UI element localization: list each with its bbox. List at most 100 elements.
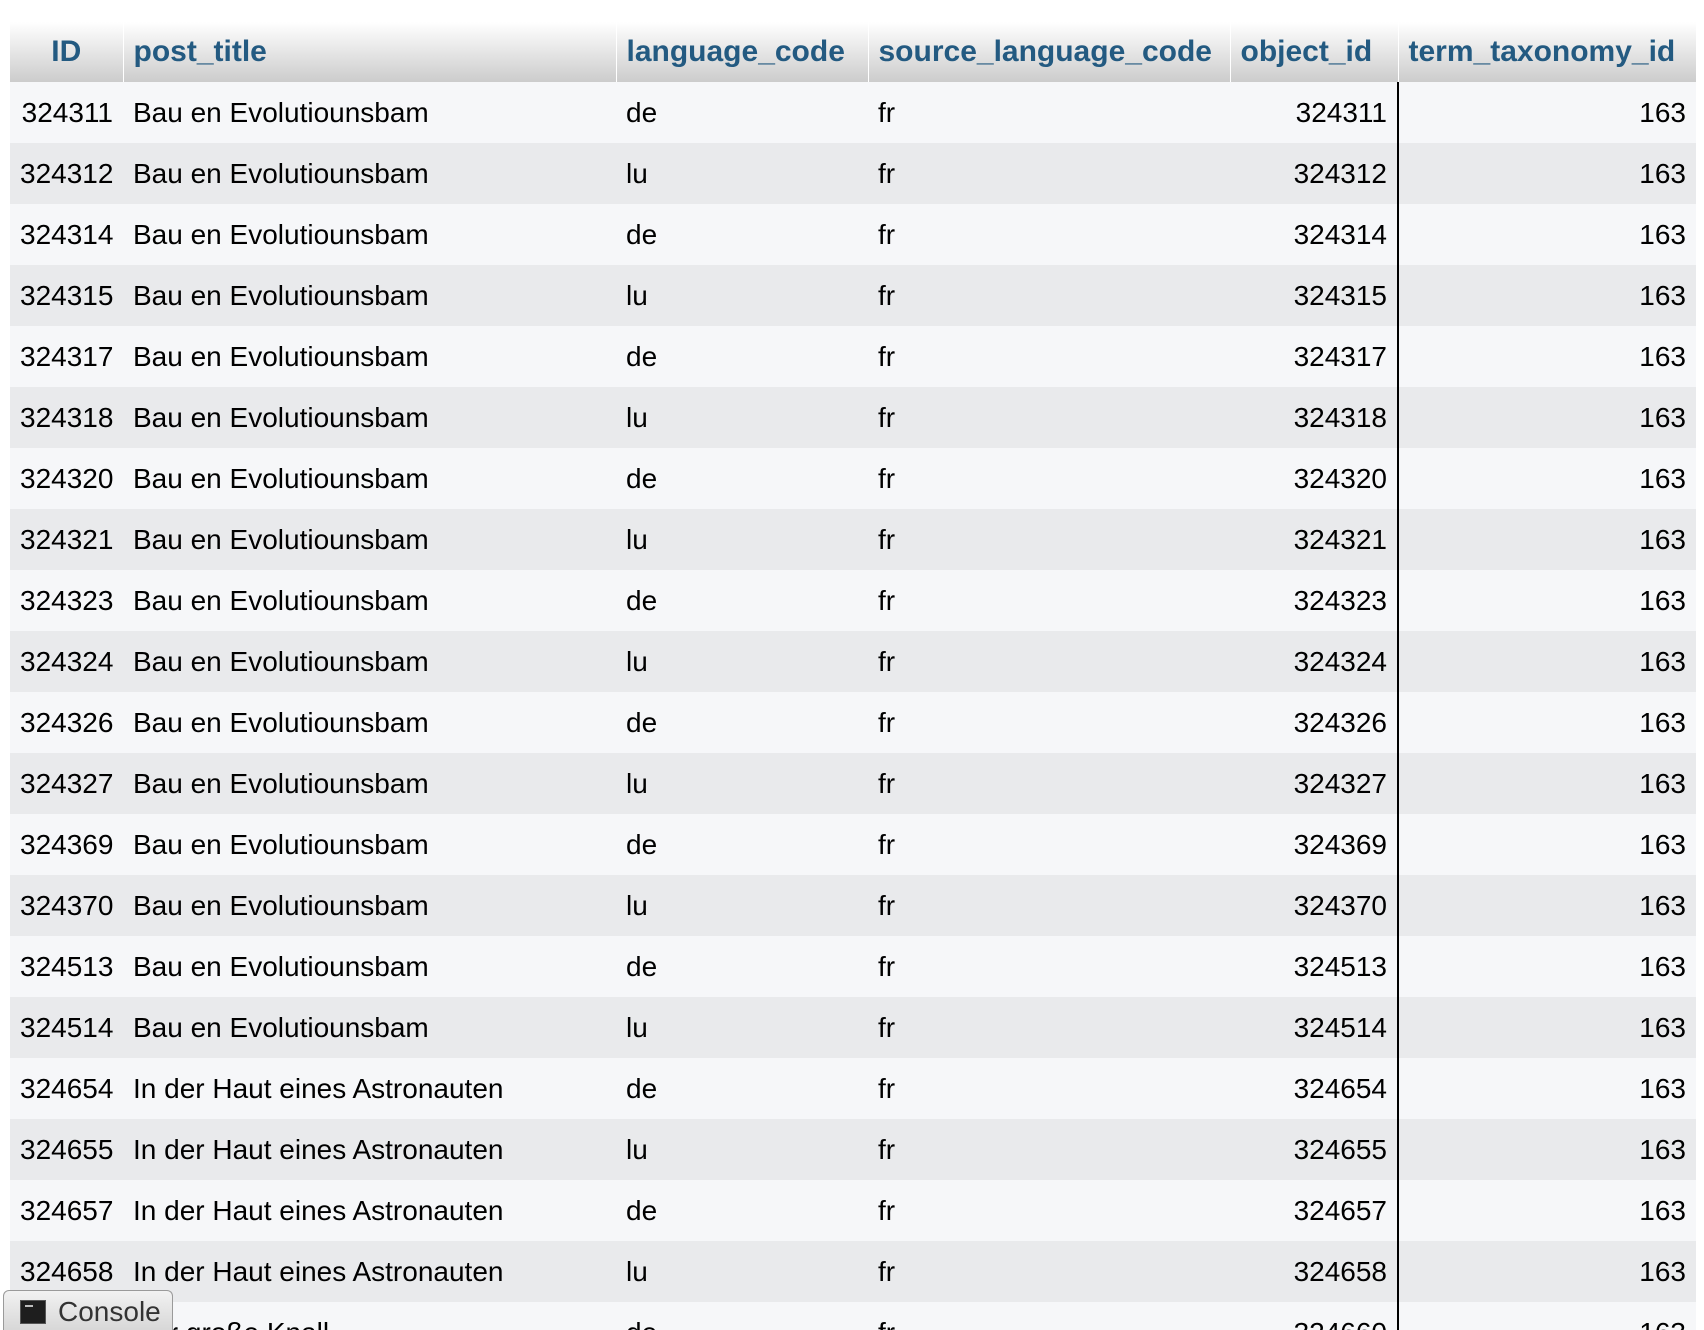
cell-post-title: In der Haut eines Astronauten	[123, 1180, 616, 1241]
cell-term-taxonomy-id: 163	[1398, 326, 1696, 387]
page: ID post_title language_code source_langu…	[0, 0, 1704, 1330]
table-row[interactable]: 324655 In der Haut eines Astronauten lu fr 3…	[10, 1119, 1696, 1180]
table-row[interactable]: 324369 Bau en Evolutiounsbam de fr 324369 163	[10, 814, 1696, 875]
cell-language-code: de	[616, 326, 868, 387]
cell-id: 324657	[10, 1180, 123, 1241]
cell-object-id: 324654	[1230, 1058, 1399, 1119]
cell-language-code: de	[616, 1058, 868, 1119]
cell-id: 324312	[10, 143, 123, 204]
cell-id: 324370	[10, 875, 123, 936]
cell-object-id: 324370	[1230, 875, 1399, 936]
cell-term-taxonomy-id: 163	[1398, 387, 1696, 448]
cell-post-title: Bau en Evolutiounsbam	[123, 875, 616, 936]
cell-term-taxonomy-id: 163	[1398, 204, 1696, 265]
cell-object-id: 324658	[1230, 1241, 1399, 1302]
cell-post-title: Bau en Evolutiounsbam	[123, 448, 616, 509]
table-row[interactable]: 324314 Bau en Evolutiounsbam de fr 324314 163	[10, 204, 1696, 265]
cell-language-code: lu	[616, 265, 868, 326]
cell-term-taxonomy-id: 163	[1398, 936, 1696, 997]
cell-language-code: de	[616, 570, 868, 631]
cell-post-title: Bau en Evolutiounsbam	[123, 692, 616, 753]
cell-post-title: Bau en Evolutiounsbam	[123, 814, 616, 875]
cell-id: 324326	[10, 692, 123, 753]
cell-term-taxonomy-id: 163	[1398, 448, 1696, 509]
cell-term-taxonomy-id: 163	[1398, 1241, 1696, 1302]
table-row[interactable]: 324315 Bau en Evolutiounsbam lu fr 324315 163	[10, 265, 1696, 326]
column-header-source-language-code[interactable]: source_language_code	[868, 22, 1231, 82]
table-row[interactable]: 324324 Bau en Evolutiounsbam lu fr 324324 163	[10, 631, 1696, 692]
cell-language-code: de	[616, 448, 868, 509]
table-row[interactable]: 324657 In der Haut eines Astronauten de fr 3…	[10, 1180, 1696, 1241]
column-header-id[interactable]: ID	[10, 22, 124, 82]
column-header-language-code[interactable]: language_code	[616, 22, 869, 82]
results-table: ID post_title language_code source_langu…	[10, 22, 1697, 1330]
cell-object-id: 324312	[1230, 143, 1399, 204]
cell-post-title: Bau en Evolutiounsbam	[123, 997, 616, 1058]
cell-term-taxonomy-id: 163	[1398, 265, 1696, 326]
cell-id: 324320	[10, 448, 123, 509]
column-header-term-taxonomy-id[interactable]: term_taxonomy_id	[1398, 22, 1697, 82]
cell-source-language-code: fr	[868, 326, 1230, 387]
column-header-post-title[interactable]: post_title	[123, 22, 617, 82]
table-row[interactable]: 324318 Bau en Evolutiounsbam lu fr 324318 163	[10, 387, 1696, 448]
console-label: Console	[58, 1295, 161, 1327]
cell-object-id: 324660	[1230, 1302, 1399, 1330]
cell-object-id: 324321	[1230, 509, 1399, 570]
cell-id: 324655	[10, 1119, 123, 1180]
console-tab[interactable]: Console	[3, 1290, 173, 1330]
cell-post-title: In der Haut eines Astronauten	[123, 1058, 616, 1119]
cell-post-title: Bau en Evolutiounsbam	[123, 204, 616, 265]
cell-source-language-code: fr	[868, 875, 1230, 936]
cell-id: 324315	[10, 265, 123, 326]
cell-term-taxonomy-id: 163	[1398, 1119, 1696, 1180]
cell-source-language-code: fr	[868, 265, 1230, 326]
cell-language-code: lu	[616, 143, 868, 204]
cell-term-taxonomy-id: 163	[1398, 509, 1696, 570]
cell-object-id: 324318	[1230, 387, 1399, 448]
table-row[interactable]: 324660Der große Knalldefr324660163	[10, 1302, 1696, 1330]
cell-post-title: Bau en Evolutiounsbam	[123, 143, 616, 204]
cell-id: 324311	[10, 82, 123, 143]
cell-term-taxonomy-id: 163	[1398, 1302, 1696, 1330]
cell-language-code: de	[616, 1302, 868, 1330]
column-header-object-id[interactable]: object_id	[1230, 22, 1399, 82]
table-row[interactable]: 324317 Bau en Evolutiounsbam de fr 324317 163	[10, 326, 1696, 387]
cell-post-title: In der Haut eines Astronauten	[123, 1241, 616, 1302]
cell-id: 324314	[10, 204, 123, 265]
table-body: 324311 Bau en Evolutiounsbam de fr 324311 163…	[10, 82, 1696, 1330]
cell-source-language-code: fr	[868, 1058, 1230, 1119]
cell-post-title: Bau en Evolutiounsbam	[123, 570, 616, 631]
terminal-icon	[20, 1299, 46, 1324]
cell-source-language-code: fr	[868, 1302, 1230, 1330]
cell-language-code: lu	[616, 509, 868, 570]
cell-object-id: 324311	[1230, 82, 1399, 143]
cell-source-language-code: fr	[868, 82, 1230, 143]
cell-post-title: Bau en Evolutiounsbam	[123, 509, 616, 570]
cell-id: 324514	[10, 997, 123, 1058]
cell-language-code: de	[616, 936, 868, 997]
table-row[interactable]: 324311 Bau en Evolutiounsbam de fr 324311 163	[10, 82, 1696, 143]
table-row[interactable]: 324321 Bau en Evolutiounsbam lu fr 324321 163	[10, 509, 1696, 570]
table-row[interactable]: 324312 Bau en Evolutiounsbam lu fr 324312 163	[10, 143, 1696, 204]
cell-source-language-code: fr	[868, 570, 1230, 631]
table-row[interactable]: 324370 Bau en Evolutiounsbam lu fr 324370 163	[10, 875, 1696, 936]
table-row[interactable]: 324514 Bau en Evolutiounsbam lu fr 324514 163	[10, 997, 1696, 1058]
table-row[interactable]: 324654 In der Haut eines Astronauten de fr 3…	[10, 1058, 1696, 1119]
table-row[interactable]: 324658 In der Haut eines Astronauten lu fr 3…	[10, 1241, 1696, 1302]
table-row[interactable]: 324323 Bau en Evolutiounsbam de fr 324323 163	[10, 570, 1696, 631]
cell-object-id: 324326	[1230, 692, 1399, 753]
cell-language-code: lu	[616, 875, 868, 936]
cell-language-code: lu	[616, 997, 868, 1058]
table-row[interactable]: 324320 Bau en Evolutiounsbam de fr 324320 163	[10, 448, 1696, 509]
cell-term-taxonomy-id: 163	[1398, 143, 1696, 204]
cell-source-language-code: fr	[868, 204, 1230, 265]
table-row[interactable]: 324327 Bau en Evolutiounsbam lu fr 324327 163	[10, 753, 1696, 814]
table-row[interactable]: 324513 Bau en Evolutiounsbam de fr 324513 163	[10, 936, 1696, 997]
cell-object-id: 324514	[1230, 997, 1399, 1058]
cell-id: 324318	[10, 387, 123, 448]
cell-post-title: Bau en Evolutiounsbam	[123, 326, 616, 387]
table-row[interactable]: 324326 Bau en Evolutiounsbam de fr 324326 163	[10, 692, 1696, 753]
cell-source-language-code: fr	[868, 1119, 1230, 1180]
cell-id: 324317	[10, 326, 123, 387]
cell-post-title: Bau en Evolutiounsbam	[123, 387, 616, 448]
